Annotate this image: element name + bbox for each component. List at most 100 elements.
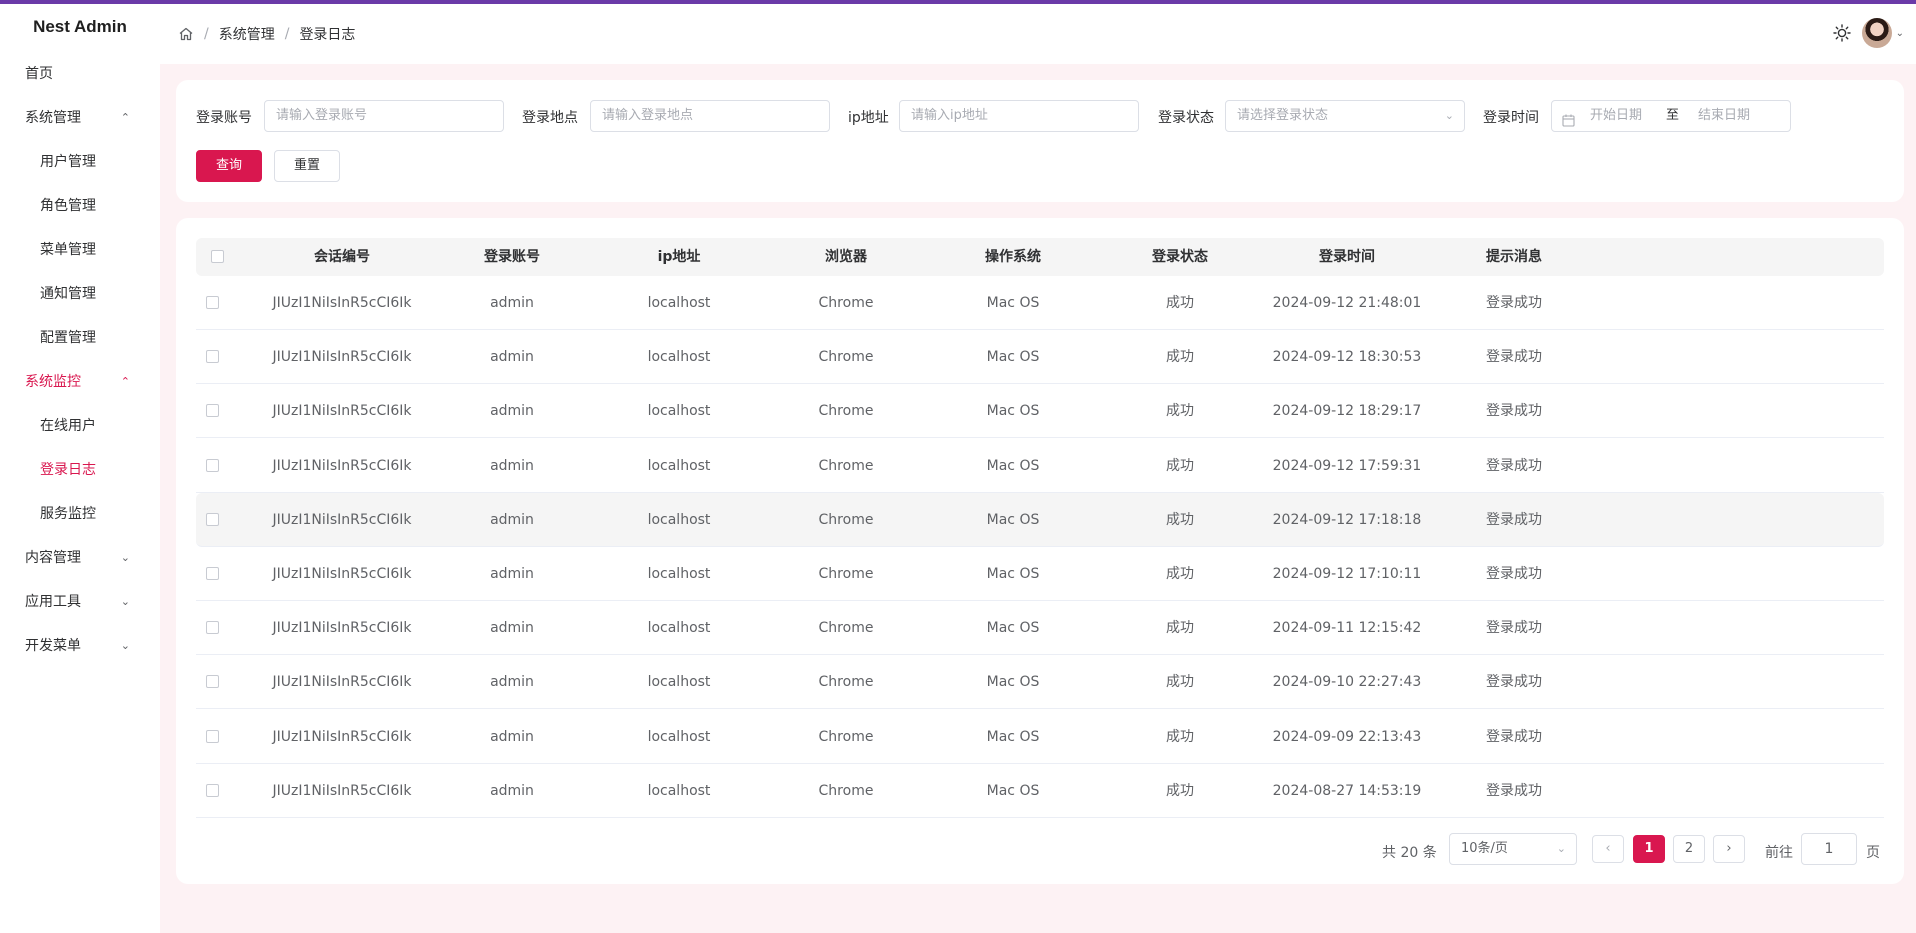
sidebar-item-13[interactable]: 开发菜单 ⌄ bbox=[0, 624, 160, 668]
home-icon[interactable] bbox=[178, 26, 194, 42]
table-row[interactable]: JIUzI1NiIsInR5cCI6Ik admin localhost Chrome… bbox=[196, 492, 1884, 547]
sidebar-item-0[interactable]: 首页 bbox=[0, 52, 160, 96]
table-cell: 登录成功 bbox=[1486, 349, 1542, 366]
table-cell: Chrome bbox=[818, 295, 874, 311]
column-header[interactable]: 登录账号 bbox=[432, 238, 592, 276]
row-checkbox[interactable] bbox=[206, 458, 219, 472]
next-page-button[interactable]: › bbox=[1713, 835, 1745, 863]
table-row[interactable]: JIUzI1NiIsInR5cCI6Ik admin localhost Chrome… bbox=[196, 601, 1884, 656]
sidebar-item-label: 在线用户 bbox=[40, 418, 96, 434]
account-input[interactable]: 请输入登录账号 bbox=[264, 100, 504, 132]
sidebar-item-2[interactable]: 用户管理 bbox=[0, 140, 160, 184]
end-date-input[interactable]: 结束日期 bbox=[1698, 101, 1750, 131]
sidebar-item-label: 首页 bbox=[25, 66, 53, 82]
table-cell: 登录成功 bbox=[1486, 674, 1542, 691]
table-cell: 2024-09-12 18:30:53 bbox=[1272, 349, 1422, 366]
table-cell: Chrome bbox=[818, 674, 874, 691]
column-header[interactable]: 登录状态 bbox=[1100, 238, 1260, 276]
table-cell: Mac OS bbox=[986, 511, 1040, 528]
row-checkbox[interactable] bbox=[206, 675, 219, 689]
goto-suffix: 页 bbox=[1866, 845, 1880, 861]
breadcrumb-item-system[interactable]: 系统管理 bbox=[219, 24, 275, 44]
select-all-checkbox[interactable] bbox=[211, 250, 224, 263]
table-row[interactable]: JIUzI1NiIsInR5cCI6Ik admin localhost Chrome… bbox=[196, 276, 1884, 330]
row-checkbox[interactable] bbox=[206, 729, 219, 743]
row-checkbox[interactable] bbox=[206, 567, 219, 580]
table-cell: 成功 bbox=[1166, 620, 1194, 637]
account-label: 登录账号 bbox=[196, 110, 252, 126]
table-cell: localhost bbox=[647, 295, 711, 311]
status-select[interactable]: 请选择登录状态 ⌄ bbox=[1225, 100, 1465, 132]
table-cell: JIUzI1NiIsInR5cCI6Ik bbox=[272, 566, 412, 582]
table-header: 会话编号 登录账号 ip地址 浏览器 操作系统 登录状态 登录时间 提示消息 bbox=[196, 238, 1884, 276]
row-checkbox[interactable] bbox=[206, 783, 219, 797]
sidebar-item-11[interactable]: 内容管理 ⌄ bbox=[0, 536, 160, 580]
row-checkbox[interactable] bbox=[206, 621, 219, 635]
sidebar-item-12[interactable]: 应用工具 ⌄ bbox=[0, 580, 160, 624]
page-button-1[interactable]: 1 bbox=[1633, 835, 1665, 863]
column-header[interactable]: 浏览器 bbox=[766, 238, 926, 276]
sidebar-item-3[interactable]: 角色管理 bbox=[0, 184, 160, 228]
sidebar-item-4[interactable]: 菜单管理 bbox=[0, 228, 160, 272]
column-header[interactable]: 登录时间 bbox=[1267, 238, 1427, 276]
table-row[interactable]: JIUzI1NiIsInR5cCI6Ik admin localhost Chrome… bbox=[196, 764, 1884, 818]
ip-input[interactable]: 请输入ip地址 bbox=[899, 100, 1139, 132]
sun-icon[interactable] bbox=[1832, 23, 1852, 43]
table-cell: admin bbox=[490, 457, 534, 474]
sidebar-item-label: 系统管理 bbox=[25, 110, 81, 126]
app-logo: Nest Admin bbox=[33, 17, 127, 36]
sidebar-item-5[interactable]: 通知管理 bbox=[0, 272, 160, 316]
row-checkbox[interactable] bbox=[206, 296, 219, 309]
table-row[interactable]: JIUzI1NiIsInR5cCI6Ik admin localhost Chrome… bbox=[196, 330, 1884, 385]
column-header[interactable]: 提示消息 bbox=[1434, 238, 1594, 276]
goto-page-input[interactable]: 1 bbox=[1801, 833, 1857, 865]
table-cell: 2024-09-12 17:10:11 bbox=[1272, 566, 1422, 582]
prev-page-button[interactable]: ‹ bbox=[1592, 835, 1624, 863]
page-button-2[interactable]: 2 bbox=[1673, 835, 1705, 863]
sidebar-item-7[interactable]: 系统监控 ⌃ bbox=[0, 360, 160, 404]
table-row[interactable]: JIUzI1NiIsInR5cCI6Ik admin localhost Chrome… bbox=[196, 655, 1884, 710]
page-size-select[interactable]: 10条/页 ⌄ bbox=[1449, 833, 1577, 865]
sidebar-item-9[interactable]: 登录日志 bbox=[0, 448, 160, 492]
chevron-down-icon[interactable]: ⌄ bbox=[1896, 28, 1904, 39]
row-checkbox[interactable] bbox=[206, 350, 219, 364]
column-header[interactable]: 操作系统 bbox=[933, 238, 1093, 276]
table-cell: localhost bbox=[647, 511, 711, 528]
table-cell: admin bbox=[490, 620, 534, 637]
row-checkbox[interactable] bbox=[206, 404, 219, 418]
pagination-total: 共 20 条 bbox=[1382, 845, 1437, 861]
sidebar-item-1[interactable]: 系统管理 ⌃ bbox=[0, 96, 160, 140]
sidebar: Nest Admin 首页 系统管理 ⌃ 用户管理 角色管理 菜单管理 通知管理 配置管理 系统… bbox=[0, 4, 160, 933]
sidebar-item-10[interactable]: 服务监控 bbox=[0, 492, 160, 536]
table-cell: 登录成功 bbox=[1486, 566, 1542, 582]
sidebar-item-label: 系统监控 bbox=[25, 374, 81, 390]
avatar[interactable] bbox=[1861, 18, 1892, 48]
table-row[interactable]: JIUzI1NiIsInR5cCI6Ik admin localhost Chrome… bbox=[196, 710, 1884, 764]
date-range-picker[interactable]: 开始日期 至 结束日期 bbox=[1551, 100, 1791, 132]
table-cell: 2024-09-12 17:18:18 bbox=[1272, 511, 1422, 528]
table-cell: 成功 bbox=[1166, 511, 1194, 528]
table-cell: JIUzI1NiIsInR5cCI6Ik bbox=[272, 457, 412, 474]
table-row[interactable]: JIUzI1NiIsInR5cCI6Ik admin localhost Chrome… bbox=[196, 384, 1884, 439]
table-row[interactable]: JIUzI1NiIsInR5cCI6Ik admin localhost Chrome… bbox=[196, 439, 1884, 493]
column-header[interactable]: ip地址 bbox=[599, 238, 759, 276]
sidebar-item-label: 服务监控 bbox=[40, 506, 96, 522]
location-input[interactable]: 请输入登录地点 bbox=[590, 100, 830, 132]
table-row[interactable]: JIUzI1NiIsInR5cCI6Ik admin localhost Chrome… bbox=[196, 547, 1884, 601]
reset-button[interactable]: 重置 bbox=[274, 150, 340, 182]
start-date-input[interactable]: 开始日期 bbox=[1590, 101, 1642, 131]
table-cell: 成功 bbox=[1166, 674, 1194, 691]
sidebar-item-6[interactable]: 配置管理 bbox=[0, 316, 160, 360]
table-cell: 2024-09-12 21:48:01 bbox=[1272, 295, 1422, 311]
query-button[interactable]: 查询 bbox=[196, 150, 262, 182]
table-cell: Chrome bbox=[818, 620, 874, 637]
sidebar-item-8[interactable]: 在线用户 bbox=[0, 404, 160, 448]
column-header[interactable]: 会话编号 bbox=[262, 238, 422, 276]
table-cell: JIUzI1NiIsInR5cCI6Ik bbox=[272, 349, 412, 366]
table-cell: 2024-09-11 12:15:42 bbox=[1272, 620, 1422, 637]
ip-label: ip地址 bbox=[848, 110, 889, 126]
chevron-up-icon: ⌃ bbox=[120, 111, 130, 124]
table-cell: admin bbox=[490, 782, 534, 799]
table-cell: 成功 bbox=[1166, 566, 1194, 582]
row-checkbox[interactable] bbox=[206, 512, 219, 526]
